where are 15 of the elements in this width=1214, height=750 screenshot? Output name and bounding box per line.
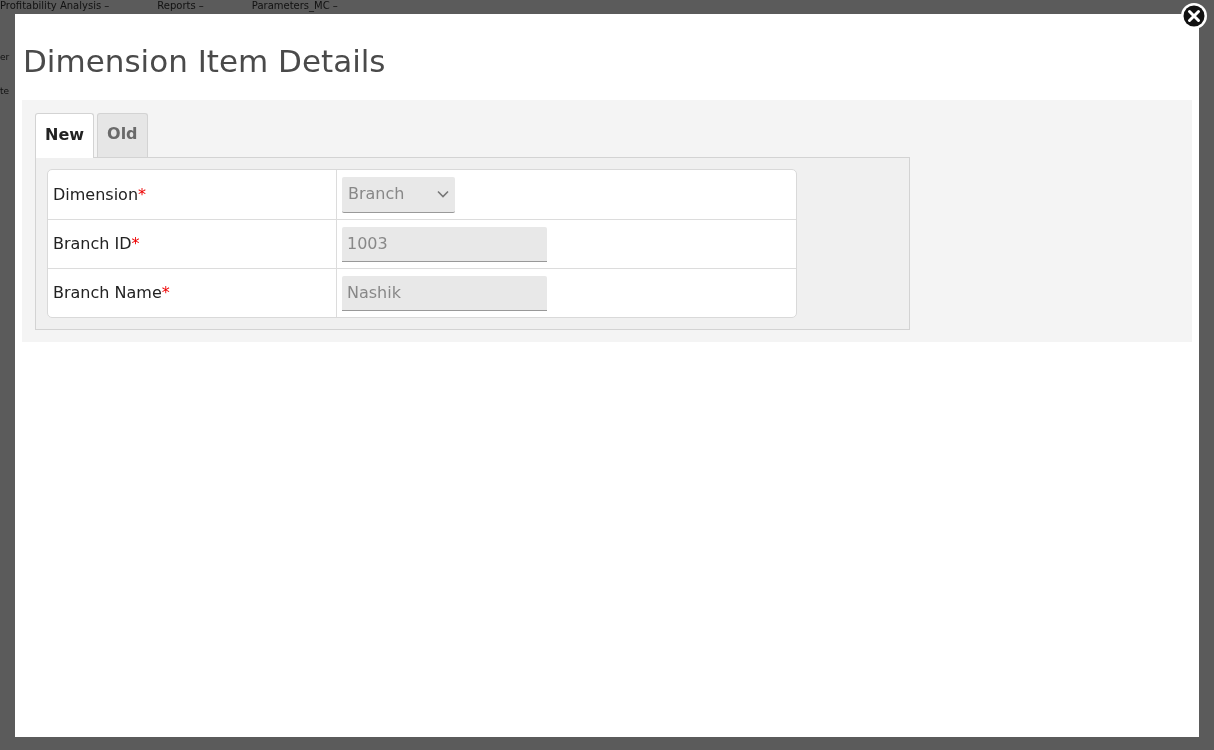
tab[interactable]: New [35, 113, 95, 158]
chevron-down-icon [437, 190, 449, 198]
field-label: Dimension* [48, 170, 337, 219]
tab[interactable]: Old [97, 113, 148, 157]
required-asterisk: * [161, 282, 170, 304]
close-button[interactable] [1180, 2, 1208, 30]
required-asterisk: * [138, 183, 147, 206]
menu-item[interactable]: Reports – [157, 0, 204, 12]
dialog-title: Dimension Item Details [23, 42, 387, 80]
required-asterisk: * [131, 233, 140, 255]
menu-item[interactable]: Profitability Analysis – [0, 0, 110, 12]
page-text: te [0, 86, 10, 97]
field-label: Branch ID* [48, 220, 337, 268]
menu-item[interactable]: Parameters_MC – [251, 0, 338, 12]
field-label: Branch Name* [48, 269, 337, 317]
